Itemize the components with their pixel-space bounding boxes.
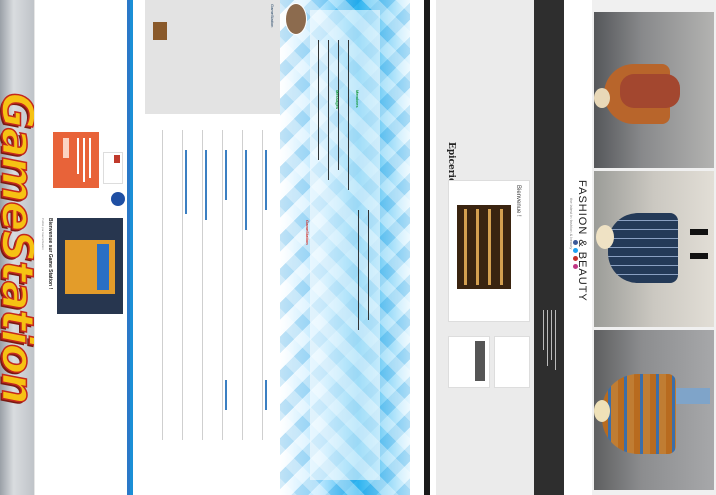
- rotated-blog-epicerie: Epicerie Fine Bienvenue !: [436, 0, 534, 495]
- text-line: [318, 40, 319, 160]
- fashion-photo-orange-coat[interactable]: [594, 12, 714, 168]
- post-image[interactable]: [57, 218, 123, 314]
- table-rule: [182, 130, 183, 440]
- text-line: [547, 310, 548, 366]
- forum-link[interactable]: [265, 380, 267, 410]
- text-line: [328, 40, 329, 180]
- forum-link[interactable]: [265, 150, 267, 210]
- instagram-icon[interactable]: [573, 264, 578, 269]
- fashion-beauty-header: FASHION & BEAUTY the latest in fashion &…: [564, 0, 592, 495]
- table-rule: [162, 130, 163, 440]
- table-rule: [202, 130, 203, 440]
- content-panel: GameStation Messages Membres: [305, 10, 380, 480]
- orange-ad-banner[interactable]: [53, 132, 99, 188]
- sidebar-widget: [494, 336, 530, 388]
- store-sign-shape: [97, 244, 109, 290]
- fashion-photo-plaid-coat[interactable]: [594, 171, 714, 327]
- rotated-dark-divider: [410, 0, 437, 495]
- table-rule: [242, 130, 243, 440]
- info-box-title: GameStation: [270, 4, 275, 28]
- text-line: [358, 210, 359, 330]
- facebook-icon[interactable]: [573, 240, 578, 245]
- fashion-photo-poncho[interactable]: [594, 330, 714, 490]
- youtube-icon[interactable]: [573, 256, 578, 261]
- rotated-forum-page: GameStation: [130, 0, 283, 495]
- dark-bar: [424, 0, 430, 495]
- forum-link[interactable]: [185, 150, 187, 214]
- gamestation-storefront-photo: GameStation: [0, 0, 34, 495]
- sidebar-search-widget: [448, 336, 490, 388]
- rotated-cyan-page: GameStation Messages Membres: [280, 0, 410, 495]
- rotated-content: FASHION & BEAUTY the latest in fashion &…: [564, 0, 592, 495]
- small-ad[interactable]: [103, 152, 123, 184]
- green-label-members: Membres: [355, 90, 360, 108]
- rotated-blog-page: Bienvenue sur Game Station ! Publié par …: [34, 0, 131, 495]
- forum-link[interactable]: [245, 150, 247, 230]
- grey-info-box: GameStation: [145, 0, 283, 114]
- green-label-messages: Messages: [335, 90, 340, 110]
- post-title[interactable]: Bienvenue sur Game Station !: [47, 218, 53, 289]
- avatar[interactable]: [285, 3, 307, 35]
- forum-link[interactable]: [205, 150, 207, 220]
- shelf-photo[interactable]: [457, 205, 511, 289]
- gamestation-sign-text: GameStation: [0, 91, 34, 403]
- text-line: [348, 40, 349, 190]
- info-thumbnail[interactable]: [153, 22, 167, 40]
- text-line: [368, 210, 369, 320]
- post-card-title[interactable]: Bienvenue !: [515, 185, 521, 217]
- forum-link[interactable]: [225, 380, 227, 410]
- red-label: GameStation: [305, 220, 310, 245]
- text-line: [551, 310, 552, 360]
- twitter-icon[interactable]: [573, 248, 578, 253]
- rotated-content: Epicerie Fine Bienvenue !: [436, 0, 534, 495]
- rotated-dark-sidebar: [534, 0, 564, 495]
- text-line: [555, 310, 556, 370]
- rotated-content: GameStation: [133, 0, 283, 495]
- table-rule: [222, 130, 223, 440]
- text-line: [543, 310, 544, 350]
- post-card: Bienvenue !: [448, 180, 530, 322]
- search-input[interactable]: [475, 341, 485, 381]
- fashion-photos: [592, 0, 716, 495]
- rotated-content: Bienvenue sur Game Station ! Publié par …: [35, 0, 131, 495]
- table-rule: [262, 130, 263, 440]
- post-meta: Publié par GameStation: [41, 218, 45, 250]
- round-logo[interactable]: [111, 192, 125, 206]
- rotated-content: [534, 0, 564, 495]
- forum-link[interactable]: [225, 150, 227, 200]
